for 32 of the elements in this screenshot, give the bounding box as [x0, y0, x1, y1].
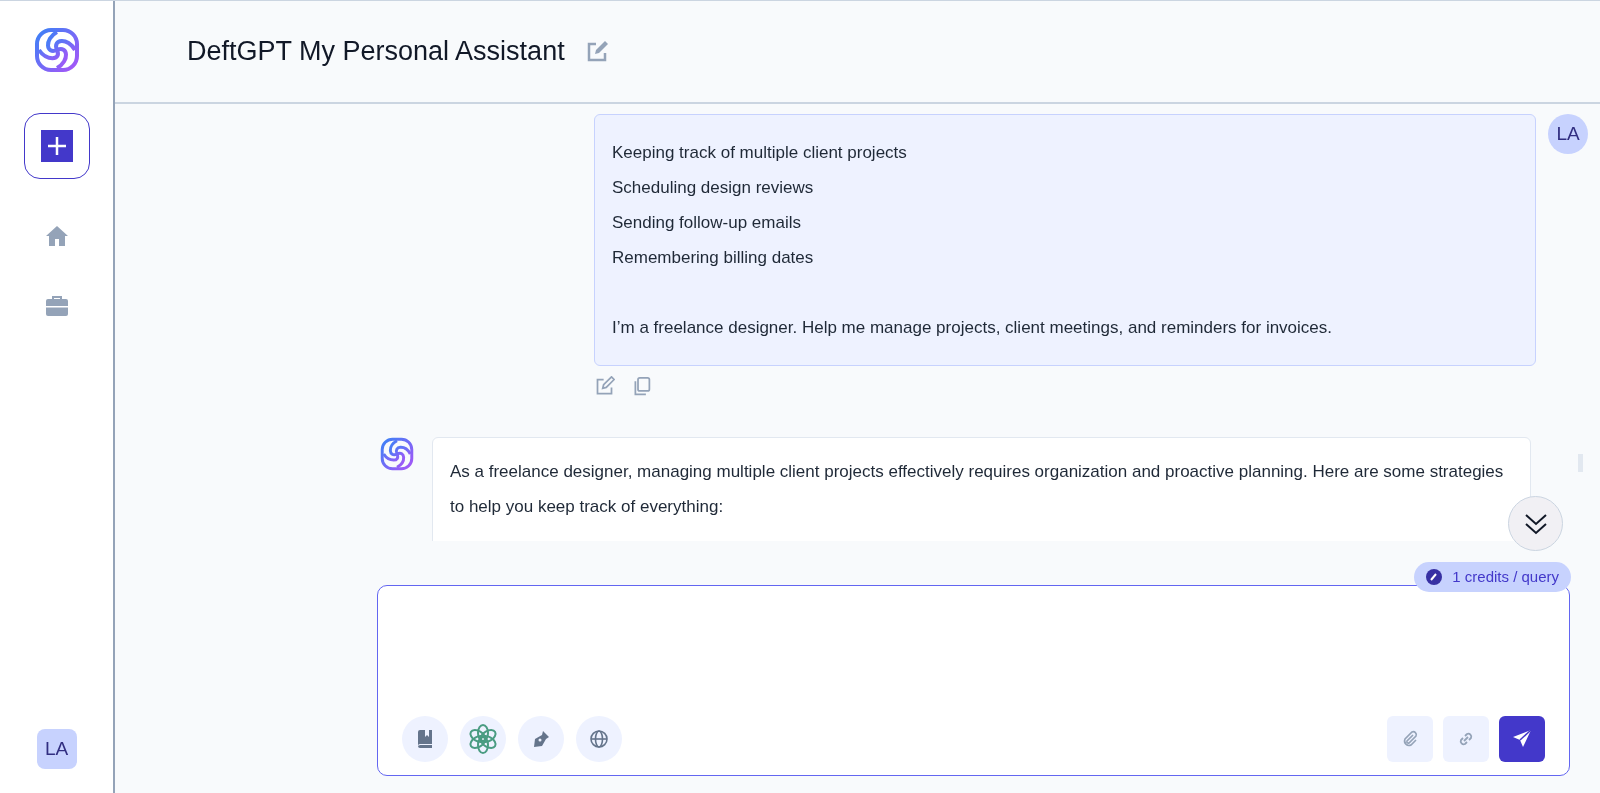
plus-icon — [40, 130, 73, 162]
message-text: I’m a freelance designer. Help me manage projects, client meetings, and reminders for invoices. — [612, 317, 1334, 339]
globe-icon — [590, 730, 608, 748]
chat-title: DeftGPT My Personal Assistant — [187, 35, 565, 69]
assistant-logo-icon — [380, 437, 414, 471]
paperclip-icon — [1401, 730, 1419, 748]
message-text: As a freelance designer, managing multiple client projects effectively requires organization and proactive planning. Here are some strategies to help you keep track of everything: — [450, 461, 1505, 518]
knot-icon — [467, 723, 499, 755]
send-icon — [1512, 729, 1532, 749]
link-button[interactable] — [1443, 716, 1489, 762]
logo-icon — [33, 27, 80, 73]
edit-icon[interactable] — [594, 376, 615, 397]
web-button[interactable] — [576, 716, 622, 762]
message-line: Keeping track of multiple client projects — [612, 142, 908, 164]
home-icon[interactable] — [44, 225, 69, 247]
model-button[interactable] — [460, 716, 506, 762]
message-line: Remembering billing dates — [612, 247, 815, 269]
credits-text: 1 credits / query — [1452, 566, 1559, 587]
book-icon — [417, 730, 433, 748]
user-avatar[interactable]: LA — [36, 729, 77, 769]
book-button[interactable] — [402, 716, 448, 762]
send-button[interactable] — [1499, 716, 1545, 762]
message-line: Sending follow-up emails — [612, 212, 802, 234]
message-line: Scheduling design reviews — [612, 177, 815, 199]
briefcase-icon[interactable] — [44, 295, 69, 317]
new-chat-button[interactable] — [23, 113, 90, 179]
pen-nib-icon — [532, 730, 550, 748]
message-input[interactable] — [377, 585, 1570, 776]
attach-button[interactable] — [1387, 716, 1433, 762]
user-avatar: LA — [1548, 114, 1588, 154]
pen-button[interactable] — [518, 716, 564, 762]
link-icon — [1457, 730, 1475, 748]
